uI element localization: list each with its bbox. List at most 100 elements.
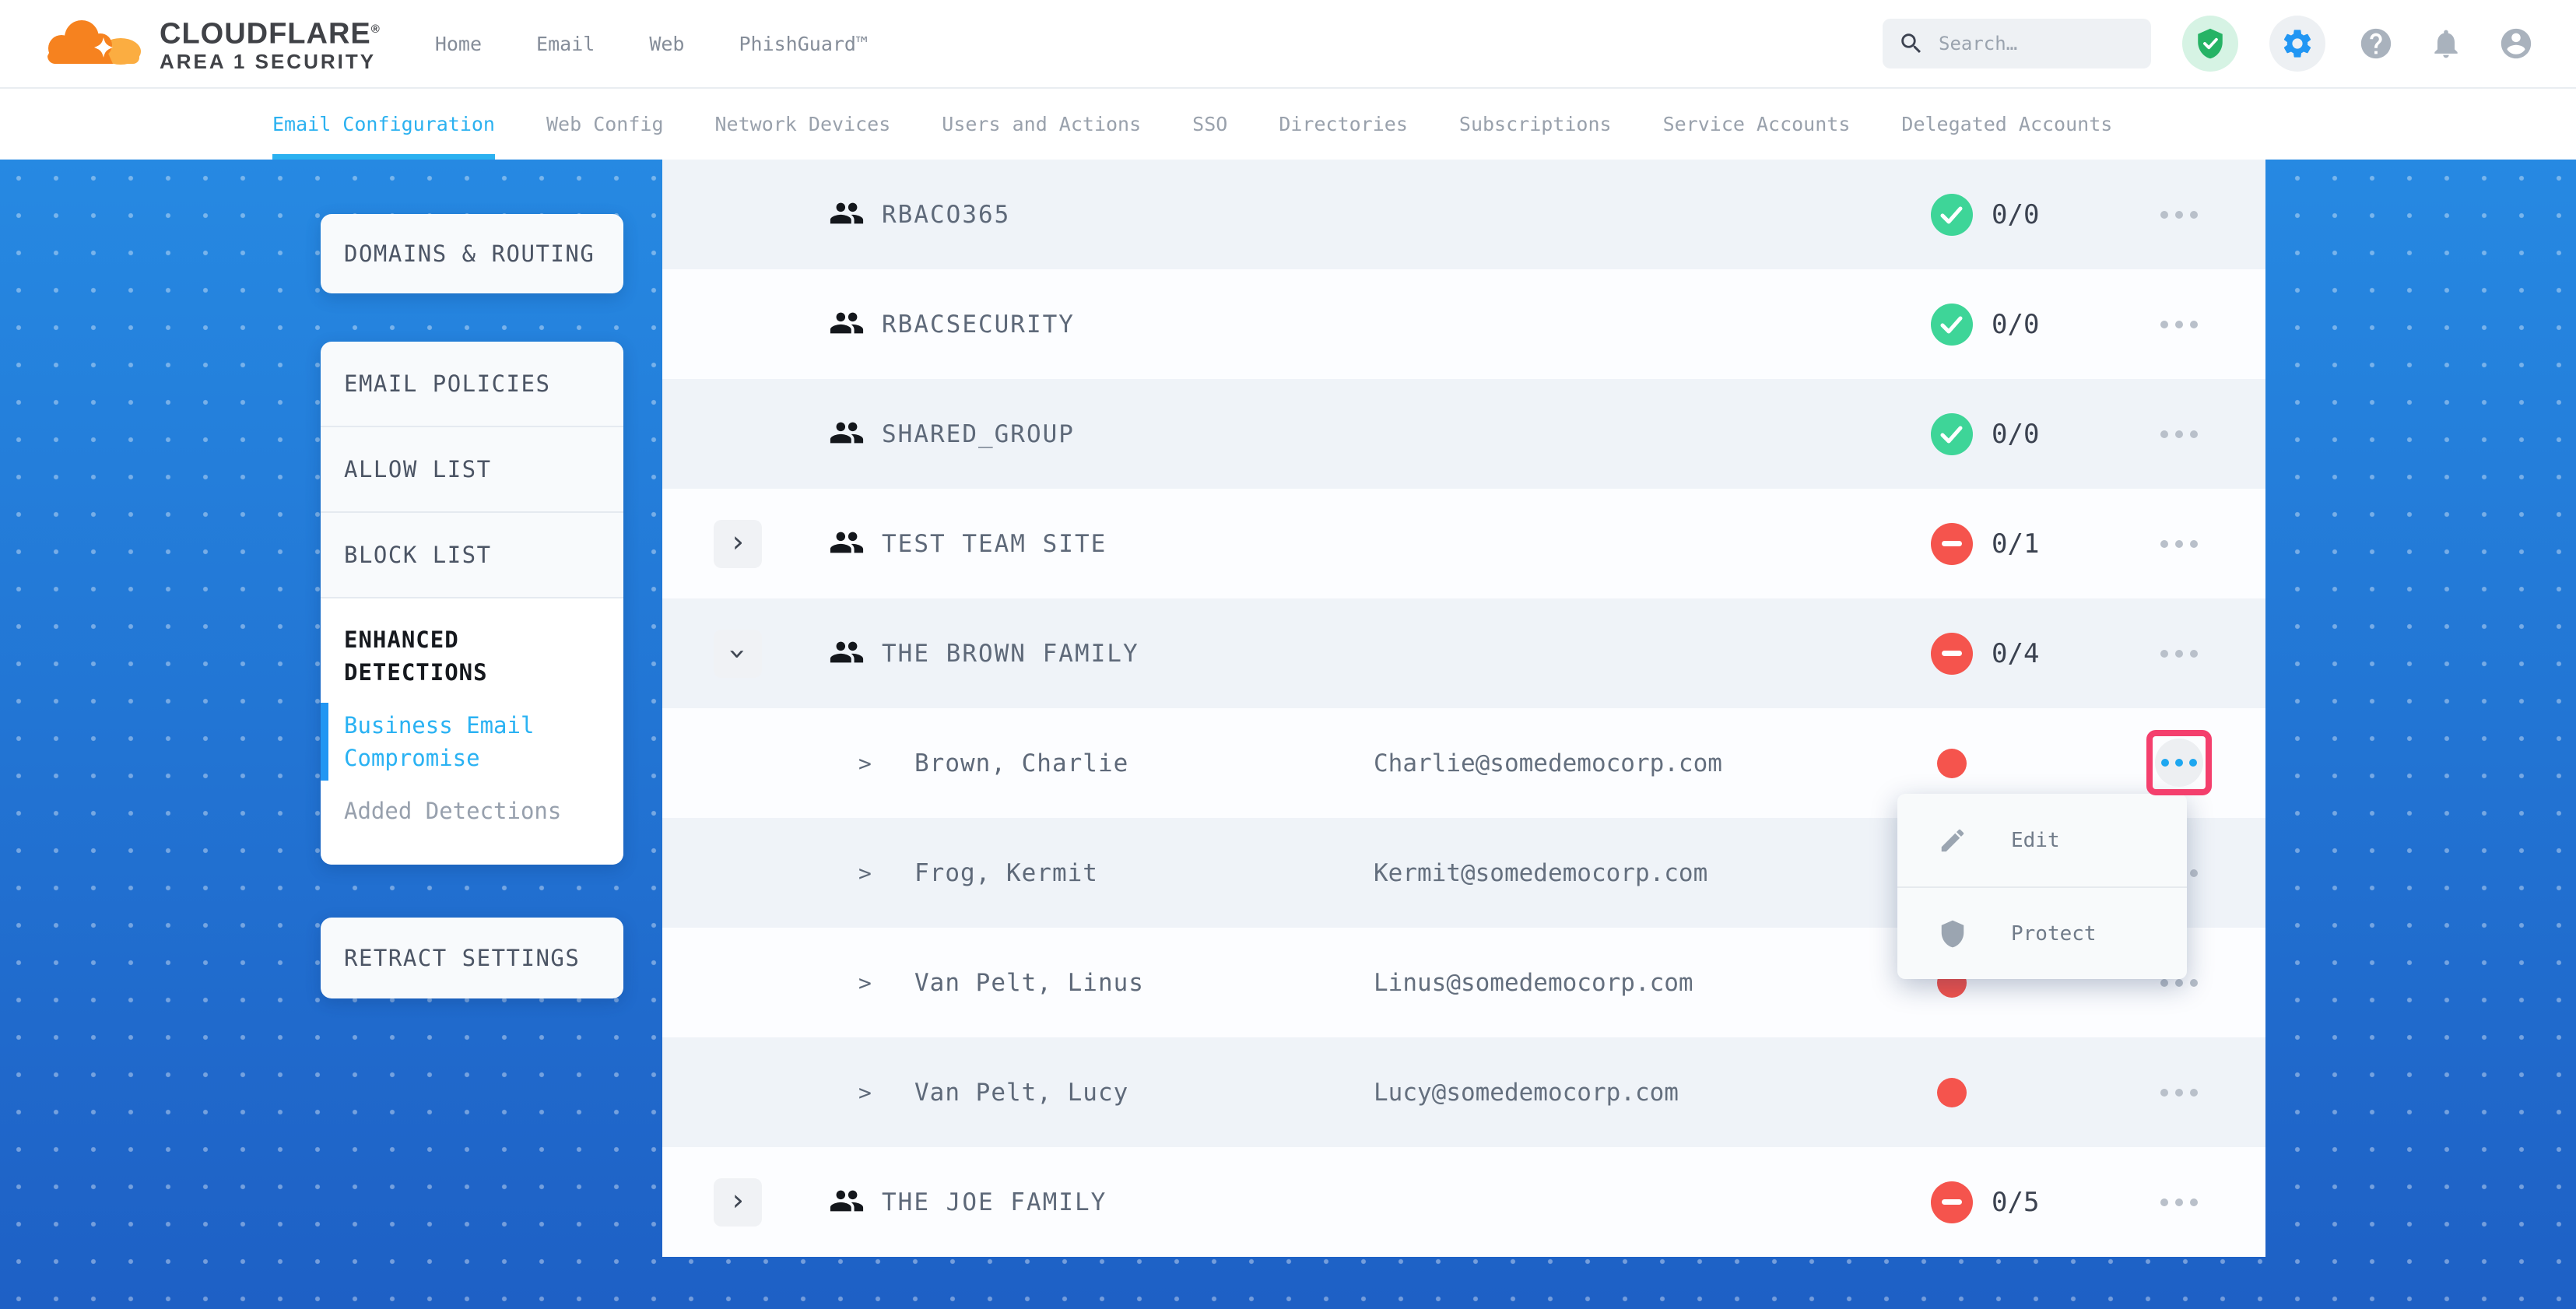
menu-item-label: Protect [2011, 922, 2097, 946]
status-ok-icon [1931, 304, 1973, 346]
status-ok-icon [1931, 413, 1973, 455]
member-name: Frog, Kermit [914, 859, 1098, 887]
logo-text: CLOUDFLARE® AREA 1 SECURITY [160, 14, 381, 73]
tab-directories[interactable]: Directories [1279, 89, 1408, 160]
protected-count: 0/4 [1992, 638, 2039, 669]
chevron-right-icon: › [729, 527, 747, 556]
chevron-down-icon: › [723, 644, 753, 662]
sidebar-item-business-email-compromise[interactable]: Business Email Compromise [344, 709, 602, 774]
sidebar-item-email-policies[interactable]: EMAIL POLICIES [321, 342, 623, 427]
group-name: THE BROWN FAMILY [882, 640, 1139, 668]
group-name: RBACSECURITY [882, 311, 1075, 339]
status-red-dot [1937, 1078, 1967, 1107]
page: CLOUDFLARE® AREA 1 SECURITY Home Email W… [0, 0, 2576, 1309]
row-actions-button-active[interactable] [2155, 739, 2203, 787]
search-icon [1898, 30, 1925, 57]
row-actions-button[interactable] [2143, 525, 2215, 563]
nav-home[interactable]: Home [435, 33, 482, 55]
row-actions-button[interactable] [2143, 196, 2215, 233]
user-icon[interactable] [2497, 24, 2536, 63]
logo-subtitle: AREA 1 SECURITY [160, 50, 381, 73]
group-name: THE JOE FAMILY [882, 1188, 1107, 1216]
group-icon [829, 195, 865, 234]
nav-phishguard[interactable]: PhishGuard™ [739, 33, 868, 55]
tab-delegated-accounts[interactable]: Delegated Accounts [1901, 89, 2112, 160]
group-row-rbaco365: RBACO365 0/0 [662, 160, 2265, 269]
status-blocked-icon [1931, 523, 1973, 565]
member-chevron: > [858, 750, 872, 776]
member-email: Kermit@somedemocorp.com [1374, 859, 1707, 887]
sidebar-item-retract-settings[interactable]: RETRACT SETTINGS [321, 918, 623, 998]
sidebar-item-added-detections[interactable]: Added Detections [344, 795, 602, 827]
sidebar-item-block-list[interactable]: BLOCK LIST [321, 513, 623, 598]
sidebar: DOMAINS & ROUTING EMAIL POLICIES ALLOW L… [321, 214, 623, 998]
member-email: Lucy@somedemocorp.com [1374, 1079, 1679, 1107]
expand-button[interactable]: › [714, 520, 762, 568]
protected-count: 0/0 [1992, 199, 2039, 230]
protected-count: 0/0 [1992, 309, 2039, 340]
tab-network-devices[interactable]: Network Devices [715, 89, 891, 160]
row-actions-button[interactable] [2143, 635, 2215, 672]
status-blocked-icon [1931, 1181, 1973, 1223]
row-actions-button[interactable] [2143, 1074, 2215, 1111]
groups-table: RBACO365 0/0 RBACSECURITY 0/0 [662, 160, 2265, 1257]
sidebar-item-allow-list[interactable]: ALLOW LIST [321, 427, 623, 513]
status-ok-icon [1931, 194, 1973, 236]
tab-users-and-actions[interactable]: Users and Actions [942, 89, 1141, 160]
bell-icon[interactable] [2427, 24, 2465, 63]
protected-count: 0/5 [1992, 1187, 2039, 1218]
row-actions-menu: Edit Protect [1897, 794, 2187, 979]
shield-check-icon[interactable] [2182, 16, 2238, 72]
member-email: Charlie@somedemocorp.com [1374, 749, 1722, 777]
nav-web[interactable]: Web [649, 33, 684, 55]
sidebar-item-domains-routing[interactable]: DOMAINS & ROUTING [321, 214, 623, 293]
highlight-target-box [2146, 730, 2212, 795]
group-name: RBACO365 [882, 201, 1010, 229]
group-name: SHARED_GROUP [882, 420, 1075, 448]
row-actions-button[interactable] [2143, 1184, 2215, 1221]
group-row-shared-group: SHARED_GROUP 0/0 [662, 379, 2265, 489]
status-blocked-icon [1931, 633, 1973, 675]
menu-item-protect[interactable]: Protect [1897, 886, 2187, 979]
expand-button[interactable]: › [714, 1178, 762, 1227]
group-icon [829, 634, 865, 673]
main-area: DOMAINS & ROUTING EMAIL POLICIES ALLOW L… [0, 160, 2576, 1309]
protected-count: 0/0 [1992, 419, 2039, 450]
tab-email-configuration[interactable]: Email Configuration [272, 89, 495, 160]
chevron-right-icon: › [729, 1185, 747, 1215]
group-icon [829, 1183, 865, 1222]
enhanced-detections-section: ENHANCED DETECTIONS Business Email Compr… [321, 598, 623, 865]
nav-email[interactable]: Email [536, 33, 595, 55]
protected-count: 0/1 [1992, 528, 2039, 560]
group-row-rbacsecurity: RBACSECURITY 0/0 [662, 269, 2265, 379]
main-nav: Home Email Web PhishGuard™ [435, 33, 868, 55]
row-actions-button[interactable] [2143, 416, 2215, 453]
sidebar-policies-card: EMAIL POLICIES ALLOW LIST BLOCK LIST ENH… [321, 342, 623, 865]
group-icon [829, 305, 865, 344]
tab-subscriptions[interactable]: Subscriptions [1459, 89, 1612, 160]
sidebar-item-label: RETRACT SETTINGS [344, 945, 580, 971]
cloudflare-cloud-icon [43, 19, 146, 68]
search-box[interactable] [1883, 19, 2151, 68]
menu-item-label: Edit [2011, 829, 2060, 852]
group-icon [829, 415, 865, 454]
menu-item-edit[interactable]: Edit [1897, 794, 2187, 886]
row-actions-button[interactable] [2143, 306, 2215, 343]
help-icon[interactable] [2357, 24, 2395, 63]
logo-brand: CLOUDFLARE® [160, 14, 381, 50]
member-chevron: > [858, 860, 872, 886]
tab-web-config[interactable]: Web Config [546, 89, 664, 160]
group-row-the-brown-family: › THE BROWN FAMILY 0/4 [662, 598, 2265, 708]
member-row-van-pelt-lucy: > Van Pelt, Lucy Lucy@somedemocorp.com [662, 1037, 2265, 1147]
tab-sso[interactable]: SSO [1192, 89, 1227, 160]
gear-icon[interactable] [2269, 16, 2325, 72]
collapse-button[interactable]: › [714, 630, 762, 678]
member-chevron: > [858, 970, 872, 995]
group-icon [829, 525, 865, 563]
tab-service-accounts[interactable]: Service Accounts [1663, 89, 1851, 160]
enhanced-detections-heading: ENHANCED DETECTIONS [344, 623, 602, 689]
section-tabs: Email Configuration Web Config Network D… [0, 87, 2576, 160]
cloudflare-logo: CLOUDFLARE® AREA 1 SECURITY [43, 14, 381, 73]
member-name: Van Pelt, Linus [914, 969, 1144, 997]
search-input[interactable] [1939, 33, 2136, 54]
